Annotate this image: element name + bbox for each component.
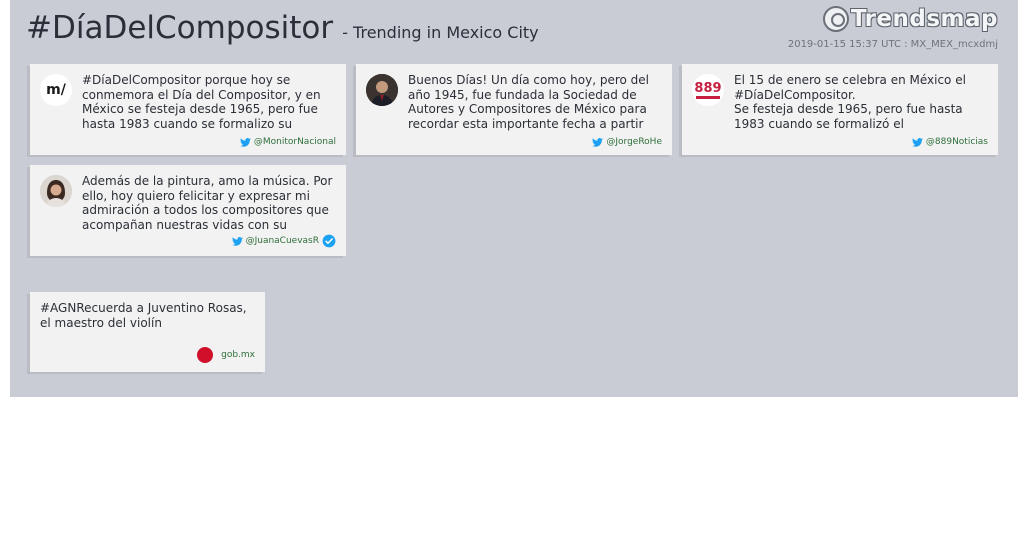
tweet-text: Buenos Días! Un día como hoy, pero del a…	[408, 73, 649, 131]
tweet-card[interactable]: 889 El 15 de enero se celebra en México …	[682, 64, 998, 155]
avatar[interactable]	[40, 175, 72, 207]
gob-mx-icon	[197, 347, 214, 363]
tweet-handle[interactable]: @889Noticias	[911, 137, 988, 147]
verified-badge-icon	[322, 234, 336, 248]
link-text[interactable]: #AGNRecuerda a Juventino Rosas, el maest…	[40, 301, 260, 330]
person-photo-icon	[366, 74, 398, 106]
twitter-bird-icon	[592, 137, 604, 147]
tweet-handle[interactable]: @JuanaCuevasR	[231, 234, 336, 248]
handle-label: @889Noticias	[925, 137, 988, 147]
monitor-logo-text: m/	[46, 82, 66, 98]
trendsmap-logo[interactable]: Trendsmap	[822, 6, 998, 32]
logo-bar	[696, 95, 720, 99]
889-logo-text: 889	[694, 80, 722, 96]
link-card[interactable]: #AGNRecuerda a Juventino Rosas, el maest…	[30, 292, 265, 372]
tweet-text: #DíaDelCompositor porque hoy se conmemor…	[82, 73, 321, 131]
avatar[interactable]: 889	[692, 74, 724, 106]
tweet-card[interactable]: Además de la pintura, amo la música. Por…	[30, 165, 346, 256]
tweet-handle[interactable]: @MonitorNacional	[239, 137, 336, 147]
page-title: #DíaDelCompositor - Trending in Mexico C…	[26, 10, 539, 46]
tweet-card[interactable]: Buenos Días! Un día como hoy, pero del a…	[356, 64, 672, 155]
globe-icon	[822, 6, 849, 32]
person-photo-icon	[40, 175, 72, 207]
handle-label: @JuanaCuevasR	[245, 236, 319, 246]
tweet-text: El 15 de enero se celebra en México el #…	[734, 73, 966, 131]
twitter-bird-icon	[911, 137, 923, 147]
handle-label: @JorgeRoHe	[606, 137, 662, 147]
tweet-text: Además de la pintura, amo la música. Por…	[82, 174, 333, 232]
avatar[interactable]: m/	[40, 74, 72, 106]
avatar[interactable]	[366, 74, 398, 106]
logo-text: Trendsmap	[850, 6, 998, 32]
link-source[interactable]: gob.mx	[197, 347, 255, 363]
tweet-card[interactable]: m/ #DíaDelCompositor porque hoy se conme…	[30, 64, 346, 155]
source-label: gob.mx	[221, 350, 255, 360]
twitter-bird-icon	[239, 137, 251, 147]
twitter-bird-icon	[231, 236, 243, 246]
tweet-handle[interactable]: @JorgeRoHe	[592, 137, 662, 147]
handle-label: @MonitorNacional	[253, 137, 336, 147]
timestamp: 2019-01-15 15:37 UTC : MX_MEX_mcxdmj	[787, 39, 998, 50]
trending-location: - Trending in Mexico City	[342, 23, 539, 42]
hashtag-title[interactable]: #DíaDelCompositor	[26, 10, 333, 46]
